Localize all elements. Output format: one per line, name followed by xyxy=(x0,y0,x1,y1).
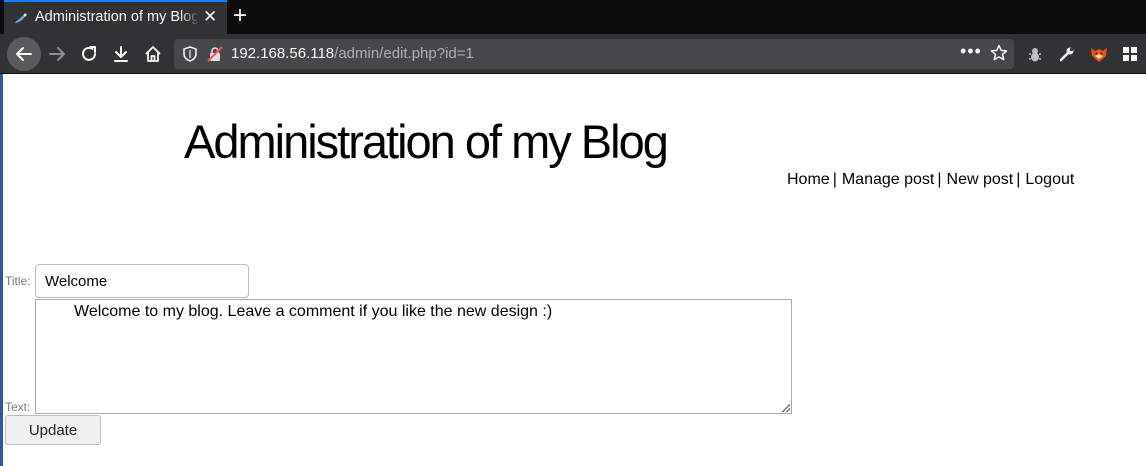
nav-manage-post-link[interactable]: Manage post xyxy=(842,171,935,188)
reload-icon xyxy=(82,46,96,61)
bug-extension-icon xyxy=(1029,48,1041,62)
page-actions-menu-icon[interactable]: ••• xyxy=(960,41,982,62)
tab-strip: Administration of my Blog ✕ + xyxy=(0,0,1146,34)
back-button[interactable] xyxy=(7,37,41,71)
extensions-menu-button[interactable] xyxy=(1114,38,1146,70)
reload-button[interactable] xyxy=(73,38,105,70)
downloads-button[interactable] xyxy=(105,38,137,70)
tracking-protection-shield-icon[interactable] xyxy=(182,46,198,62)
nav-separator: | xyxy=(1016,171,1021,188)
tab-title: Administration of my Blog xyxy=(35,9,197,25)
foxyproxy-button[interactable] xyxy=(1083,38,1115,70)
nav-new-post-link[interactable]: New post xyxy=(947,171,1014,188)
navigation-toolbar: 192.168.56.118/admin/edit.php?id=1 ••• xyxy=(0,34,1146,74)
blog-favicon-icon xyxy=(15,13,27,23)
nav-logout-link[interactable]: Logout xyxy=(1025,171,1074,188)
wrench-icon xyxy=(1059,47,1074,62)
browser-tab[interactable]: Administration of my Blog ✕ xyxy=(4,0,227,34)
developer-tools-button[interactable] xyxy=(1051,38,1083,70)
home-icon xyxy=(145,46,161,62)
site-navigation: Home | Manage post | New post | Logout xyxy=(787,171,1074,189)
fox-extension-icon xyxy=(1091,48,1107,62)
post-text-area[interactable]: Welcome to my blog. Leave a comment if y… xyxy=(35,299,792,414)
home-button[interactable] xyxy=(137,38,169,70)
bookmark-star-icon[interactable] xyxy=(990,44,1008,62)
title-input[interactable] xyxy=(35,264,249,298)
back-arrow-icon xyxy=(16,47,32,61)
insecure-lock-icon[interactable] xyxy=(207,46,223,62)
nav-home-link[interactable]: Home xyxy=(787,171,830,188)
forward-arrow-icon xyxy=(49,47,65,61)
new-tab-button[interactable]: + xyxy=(233,2,247,30)
nav-separator: | xyxy=(832,171,837,188)
page-title: Administration of my Blog xyxy=(184,115,669,168)
forward-button[interactable] xyxy=(41,38,73,70)
download-icon xyxy=(114,46,128,62)
tab-close-icon[interactable]: ✕ xyxy=(203,7,217,27)
extension-button[interactable] xyxy=(1019,38,1051,70)
update-button[interactable]: Update xyxy=(5,415,101,445)
extensions-grid-icon xyxy=(1123,47,1137,61)
url-host: 192.168.56.118 xyxy=(231,45,335,62)
resize-grip-icon[interactable] xyxy=(779,401,791,413)
url-bar[interactable]: 192.168.56.118/admin/edit.php?id=1 ••• xyxy=(174,39,1014,69)
text-label: Text: xyxy=(5,400,31,414)
url-path: /admin/edit.php?id=1 xyxy=(334,45,474,62)
nav-separator: | xyxy=(937,171,942,188)
window-edge xyxy=(0,74,3,466)
title-label: Title: xyxy=(5,274,31,288)
url-text[interactable]: 192.168.56.118/admin/edit.php?id=1 xyxy=(231,45,474,62)
